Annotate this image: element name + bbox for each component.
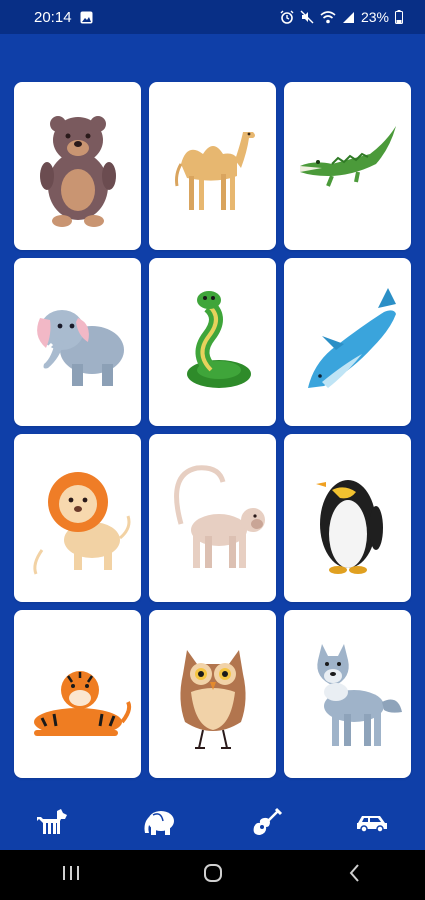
crocodile-image [299, 126, 396, 187]
animal-card-lion[interactable] [14, 434, 141, 602]
animal-card-dolphin[interactable] [284, 258, 411, 426]
guitar-icon [253, 807, 282, 835]
lion-image [32, 472, 130, 575]
penguin-image [315, 478, 383, 574]
animal-card-penguin[interactable] [284, 434, 411, 602]
signal-icon [342, 11, 355, 24]
car-icon [356, 816, 387, 833]
wifi-icon [320, 10, 336, 24]
bear-image [39, 116, 116, 227]
system-navigation-bar [0, 850, 425, 900]
bottom-navigation [0, 796, 425, 848]
snake-image [186, 291, 251, 388]
animal-card-crocodile[interactable] [284, 82, 411, 250]
animal-card-monkey[interactable] [149, 434, 276, 602]
elephant-image [36, 310, 124, 386]
monkey-image [173, 465, 265, 568]
animal-card-tiger[interactable] [14, 610, 141, 778]
animal-card-bear[interactable] [14, 82, 141, 250]
owl-image [179, 650, 246, 749]
elephant-icon [144, 811, 175, 835]
animal-card-elephant[interactable] [14, 258, 141, 426]
back-button[interactable] [345, 862, 365, 889]
nav-wild-animals-button[interactable] [129, 800, 189, 844]
dog-icon [37, 809, 68, 834]
alarm-icon [280, 10, 294, 24]
animal-grid [14, 82, 412, 778]
animal-card-camel[interactable] [149, 82, 276, 250]
home-button[interactable] [201, 861, 225, 890]
home-icon [204, 863, 223, 882]
nav-animals-button[interactable] [23, 800, 83, 844]
recent-apps-icon [62, 865, 79, 880]
nav-instruments-button[interactable] [236, 800, 296, 844]
animal-card-wolf[interactable] [284, 610, 411, 778]
dolphin-image [307, 288, 396, 388]
status-bar: 20:14 23% [0, 0, 425, 34]
battery-percent: 23% [360, 9, 389, 25]
camel-image [174, 132, 255, 210]
nav-vehicles-button[interactable] [342, 800, 402, 844]
wolf-image [316, 644, 402, 746]
animal-card-snake[interactable] [149, 258, 276, 426]
animal-card-owl[interactable] [149, 610, 276, 778]
battery-icon [395, 10, 403, 24]
gallery-notification-icon [80, 11, 93, 24]
status-time: 20:14 [34, 8, 72, 26]
recent-apps-button[interactable] [60, 863, 82, 888]
mute-icon [300, 10, 314, 24]
tiger-image [33, 671, 131, 736]
back-icon [349, 863, 359, 882]
